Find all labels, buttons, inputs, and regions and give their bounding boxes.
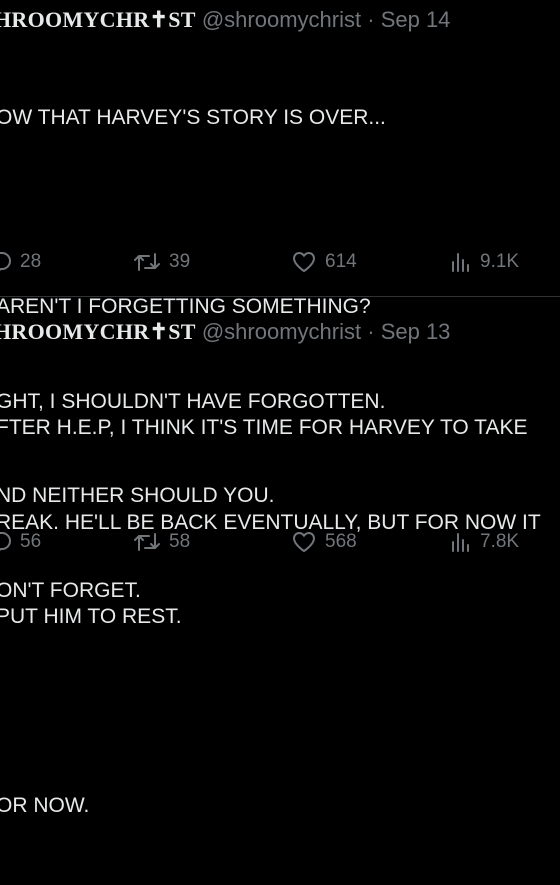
like-count: 614: [325, 251, 357, 272]
display-name[interactable]: HROOMYCHR✝ST: [0, 7, 196, 32]
tweet-text-line: FTER H.E.P, I THINK IT'S TIME FOR HARVEY…: [0, 416, 528, 439]
like-button[interactable]: 614: [291, 247, 357, 277]
retweet-icon: [133, 251, 161, 273]
tweet-date[interactable]: Sep 14: [381, 7, 451, 32]
user-handle[interactable]: @shroomychrist: [202, 7, 361, 32]
user-handle[interactable]: @shroomychrist: [202, 319, 361, 344]
tweet-text: FTER H.E.P, I THINK IT'S TIME FOR HARVEY…: [0, 349, 560, 885]
tweet-text-line: ​: [0, 197, 560, 229]
tweet-actions: 28 39 614 9.1K: [0, 247, 560, 277]
views-count: 7.8K: [480, 531, 520, 552]
reply-button[interactable]: 56: [0, 527, 41, 557]
separator-dot: ·: [367, 7, 375, 32]
tweet-header: HROOMYCHR✝ST @shroomychrist · Sep 13: [0, 319, 450, 345]
retweet-button[interactable]: 39: [133, 247, 190, 277]
tweet-actions: 56 58 568 7.8K: [0, 527, 560, 557]
tweet-text-line: OW THAT HARVEY'S STORY IS OVER...: [0, 106, 386, 129]
tweet-text-line: PUT HIM TO REST.: [0, 605, 182, 628]
tweet-text-line: OR NOW.: [0, 794, 90, 817]
views-button[interactable]: 9.1K: [450, 247, 519, 277]
retweet-icon: [133, 531, 161, 553]
tweet[interactable]: HROOMYCHR✝ST @shroomychrist · Sep 13 FTE…: [0, 297, 560, 817]
views-count: 9.1K: [480, 251, 520, 272]
tweet[interactable]: HROOMYCHR✝ST @shroomychrist · Sep 14 OW …: [0, 0, 560, 602]
reply-count: 28: [20, 251, 42, 272]
like-button[interactable]: 568: [291, 527, 357, 557]
reply-button[interactable]: 28: [0, 247, 41, 277]
heart-icon: [291, 530, 317, 554]
reply-icon: [0, 250, 12, 274]
views-icon: [450, 251, 472, 273]
reply-icon: [0, 530, 12, 554]
tweet-date[interactable]: Sep 13: [381, 319, 451, 344]
retweet-count: 58: [169, 531, 191, 552]
reply-count: 56: [20, 531, 42, 552]
tweet-header: HROOMYCHR✝ST @shroomychrist · Sep 14: [0, 7, 450, 33]
like-count: 568: [325, 531, 357, 552]
heart-icon: [291, 250, 317, 274]
retweet-button[interactable]: 58: [133, 527, 190, 557]
separator-dot: ·: [367, 319, 375, 344]
display-name[interactable]: HROOMYCHR✝ST: [0, 319, 196, 344]
retweet-count: 39: [169, 251, 191, 272]
tweet-text-line: ​: [0, 696, 560, 728]
views-icon: [450, 531, 472, 553]
views-button[interactable]: 7.8K: [450, 527, 519, 557]
